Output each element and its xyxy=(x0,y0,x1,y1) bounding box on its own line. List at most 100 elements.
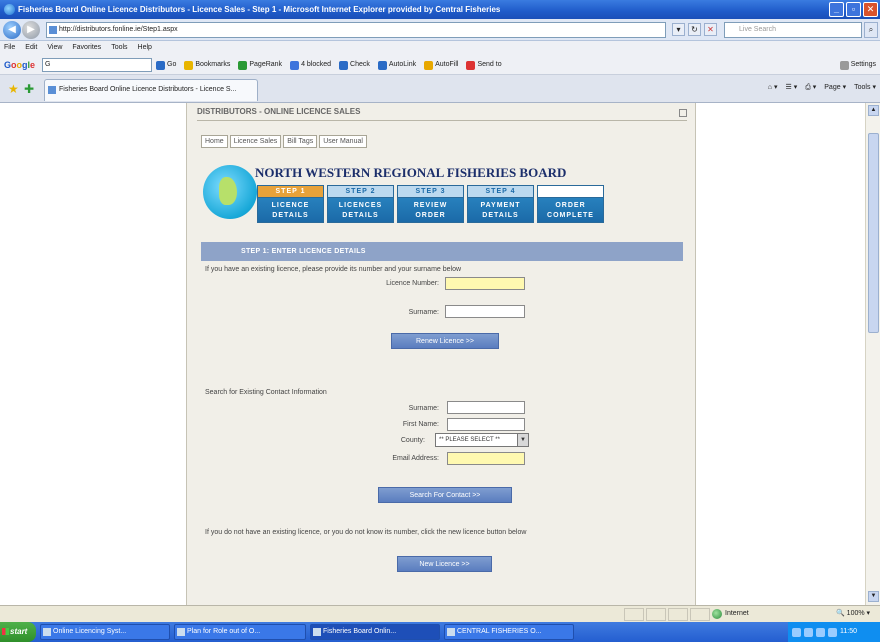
forward-button[interactable]: ▶ xyxy=(22,21,40,39)
search-surname-field[interactable] xyxy=(447,401,525,414)
zoom-level[interactable]: 🔍 100% ▾ xyxy=(836,606,870,622)
email-label: Email Address: xyxy=(392,455,439,462)
minimize-icon[interactable]: _ xyxy=(829,2,844,17)
site-nav: Home Licence Sales Bill Tags User Manual xyxy=(201,135,367,148)
google-toolbar-item[interactable]: Check xyxy=(339,55,370,74)
app-icon xyxy=(313,628,321,636)
surname-field[interactable] xyxy=(445,305,525,318)
security-zone: Internet xyxy=(712,606,749,622)
tray-icon[interactable] xyxy=(804,627,813,637)
google-toolbar-item[interactable]: 4 blocked xyxy=(290,55,331,74)
email-field[interactable] xyxy=(447,452,525,465)
app-icon xyxy=(43,628,51,636)
live-search-input[interactable]: Live Search xyxy=(724,22,862,38)
google-toolbar-item[interactable]: PageRank xyxy=(238,55,282,74)
first-name-field[interactable] xyxy=(447,418,525,431)
header-strip: DISTRIBUTORS - ONLINE LICENCE SALES xyxy=(197,105,687,121)
google-toolbar-item[interactable]: AutoFill xyxy=(424,55,458,74)
google-toolbar-item[interactable]: AutoLink xyxy=(377,55,416,74)
app-icon xyxy=(447,628,455,636)
tray-icon[interactable] xyxy=(828,627,837,637)
start-button[interactable]: start xyxy=(0,622,36,642)
search-contact-button[interactable]: Search For Contact >> xyxy=(378,487,512,503)
licence-number-field[interactable] xyxy=(445,277,525,290)
licence-number-label: Licence Number: xyxy=(386,280,439,287)
menu-view[interactable]: View xyxy=(47,41,62,55)
print-icon[interactable]: ⎙ ▾ xyxy=(805,81,816,95)
tab-fisheries-board[interactable]: Fisheries Board Online Licence Distribut… xyxy=(44,79,258,101)
autolink-icon xyxy=(377,60,387,70)
close-icon[interactable]: ✕ xyxy=(863,2,878,17)
scroll-thumb[interactable] xyxy=(868,133,879,333)
stop-icon[interactable]: ✕ xyxy=(704,23,717,36)
menu-favorites[interactable]: Favorites xyxy=(72,41,101,55)
first-name-label: First Name: xyxy=(402,421,439,428)
task-online-licencing[interactable]: Online Licencing Syst... xyxy=(40,624,170,640)
new-licence-button[interactable]: New Licence >> xyxy=(397,556,492,572)
dropdown-icon[interactable]: ▾ xyxy=(672,23,685,36)
nav-bill-tags[interactable]: Bill Tags xyxy=(283,135,318,148)
collapse-icon[interactable] xyxy=(679,109,687,117)
task-fisheries-board[interactable]: Fisheries Board Onlin... xyxy=(310,624,440,640)
task-plan-role-out[interactable]: Plan for Role out of O... xyxy=(174,624,306,640)
tab-bar: ★ ✚ Fisheries Board Online Licence Distr… xyxy=(0,75,880,103)
page-menu[interactable]: Page ▾ xyxy=(824,81,846,95)
tools-menu[interactable]: Tools ▾ xyxy=(854,81,876,95)
task-central-fisheries[interactable]: CENTRAL FISHERIES O... xyxy=(444,624,574,640)
scroll-down-icon[interactable]: ▼ xyxy=(868,591,879,602)
settings-button[interactable]: Settings xyxy=(839,55,876,74)
step-4: STEP 4 PAYMENT DETAILS xyxy=(467,185,534,223)
address-actions: ▾ ↻ ✕ xyxy=(672,23,717,36)
county-select[interactable]: ** PLEASE SELECT ** ▼ xyxy=(435,433,529,447)
search-icon[interactable]: ⌕ xyxy=(864,22,878,38)
menu-edit[interactable]: Edit xyxy=(25,41,37,55)
renew-licence-button[interactable]: Renew Licence >> xyxy=(391,333,499,349)
menu-file[interactable]: File xyxy=(4,41,15,55)
window-controls: _ ▫ ✕ xyxy=(829,2,878,17)
nav-user-manual[interactable]: User Manual xyxy=(319,135,367,148)
new-licence-text: If you do not have an existing licence, … xyxy=(205,529,527,536)
menu-tools[interactable]: Tools xyxy=(111,41,127,55)
send-to-icon xyxy=(466,60,476,70)
favorites-star-icon[interactable]: ★ xyxy=(8,82,19,96)
windows-flag-icon xyxy=(2,628,9,635)
address-bar: ◀ ▶ http://distributors.fonline.ie/Step1… xyxy=(0,19,880,41)
menu-help[interactable]: Help xyxy=(138,41,152,55)
google-toolbar: Google G Go Bookmarks PageRank 4 blocked Che… xyxy=(0,55,880,75)
internet-explorer-icon xyxy=(4,4,15,15)
page-icon xyxy=(48,86,56,94)
status-segment xyxy=(668,608,688,621)
step-progress: STEP 1 LICENCE DETAILS STEP 2 LICENCES DET… xyxy=(257,185,604,223)
nav-home[interactable]: Home xyxy=(201,135,228,148)
tray-icon[interactable] xyxy=(816,627,825,637)
chevron-down-icon: ▼ xyxy=(517,434,528,446)
section-title: STEP 1: ENTER LICENCE DETAILS xyxy=(201,242,683,261)
google-toolbar-item[interactable]: Go xyxy=(156,55,176,74)
back-button[interactable]: ◀ xyxy=(3,21,21,39)
google-toolbar-item[interactable]: Send to xyxy=(466,55,502,74)
nav-licence-sales[interactable]: Licence Sales xyxy=(229,135,282,148)
maximize-icon[interactable]: ▫ xyxy=(846,2,861,17)
step-order-complete: ORDER COMPLETE xyxy=(537,185,604,223)
vertical-scrollbar[interactable]: ▲ ▼ xyxy=(865,103,880,605)
main-panel: DISTRIBUTORS - ONLINE LICENCE SALES Home… xyxy=(186,103,696,605)
refresh-icon[interactable]: ↻ xyxy=(688,23,701,36)
home-icon[interactable]: ⌂ ▾ xyxy=(768,81,778,95)
feeds-icon[interactable]: ☰ ▾ xyxy=(785,81,797,95)
step-2: STEP 2 LICENCES DETAILS xyxy=(327,185,394,223)
google-toolbar-item[interactable]: Bookmarks xyxy=(184,55,230,74)
status-bar: Internet 🔍 100% ▾ xyxy=(0,605,880,622)
existing-licence-text: If you have an existing licence, please … xyxy=(205,266,462,273)
menu-bar: File Edit View Favorites Tools Help xyxy=(0,41,880,55)
add-favorite-icon[interactable]: ✚ xyxy=(24,82,34,96)
scroll-up-icon[interactable]: ▲ xyxy=(868,105,879,116)
window-title-bar: Fisheries Board Online Licence Distribut… xyxy=(0,0,880,19)
globe-icon xyxy=(712,609,722,619)
popup-blocked-icon xyxy=(290,60,300,70)
clock: 11:50 xyxy=(840,628,857,635)
window-title: Fisheries Board Online Licence Distribut… xyxy=(18,5,501,14)
google-search-input[interactable]: G xyxy=(42,58,152,72)
url-input[interactable]: http://distributors.fonline.ie/Step1.asp… xyxy=(46,22,666,38)
go-icon xyxy=(156,60,165,70)
tray-icon[interactable] xyxy=(792,627,801,637)
